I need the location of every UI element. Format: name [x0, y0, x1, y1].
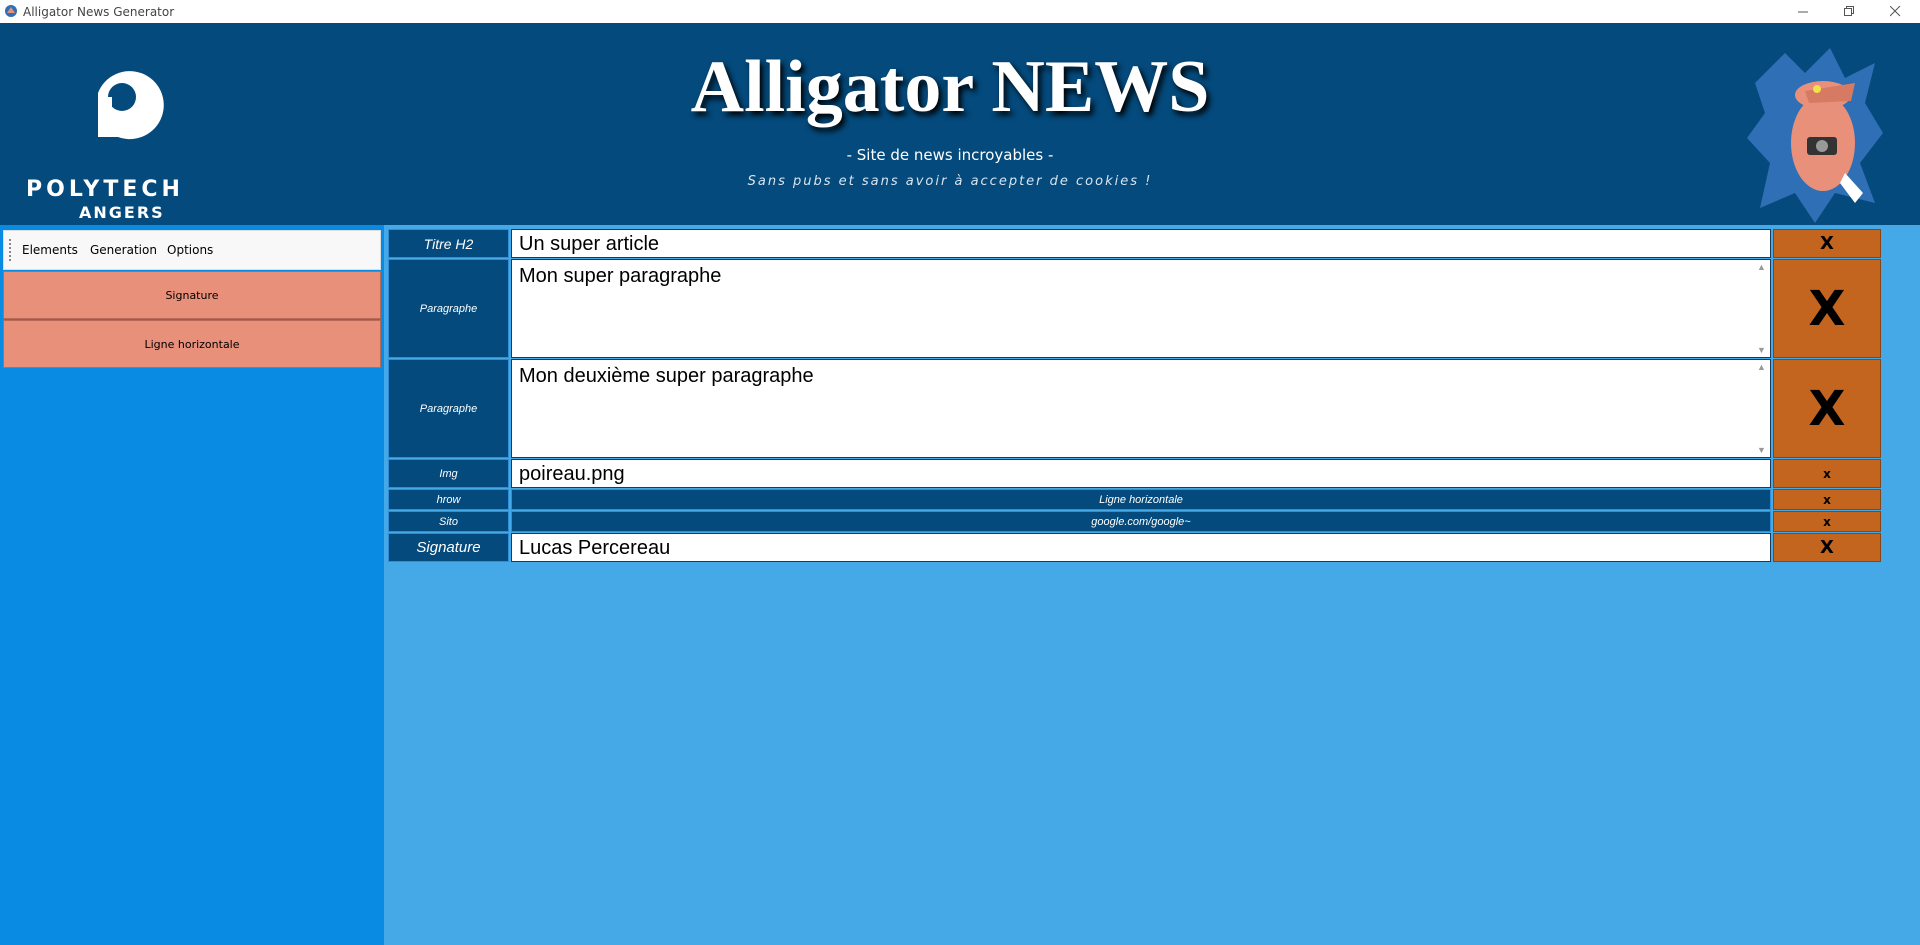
add-signature-button[interactable]: Signature — [3, 271, 381, 319]
textarea-scrollbar[interactable]: ▲ ▼ — [1753, 360, 1770, 457]
page-tagline: Sans pubs et sans avoir à accepter de co… — [747, 174, 1153, 189]
element-type-label: Titre H2 — [388, 229, 509, 258]
element-type-label: Paragraphe — [388, 359, 509, 458]
add-horizontal-line-button[interactable]: Ligne horizontale — [3, 320, 381, 368]
restore-icon[interactable] — [1826, 0, 1872, 23]
delete-button[interactable]: X — [1773, 533, 1881, 562]
paragraph-textarea[interactable]: Mon deuxième super paragraphe ▲ ▼ — [511, 359, 1771, 458]
element-type-label: Img — [388, 459, 509, 488]
menu-options[interactable]: Options — [167, 243, 213, 257]
menu-elements[interactable]: Elements — [22, 243, 78, 257]
horizontal-line-field: Ligne horizontale — [511, 489, 1771, 510]
header-banner: POLYTECH ANGERS Alligator NEWS - Site de… — [0, 23, 1920, 225]
menu-grip-icon[interactable] — [9, 239, 11, 261]
alligator-app-icon — [5, 5, 17, 17]
image-input[interactable]: poireau.png — [511, 459, 1771, 488]
delete-button[interactable]: x — [1773, 511, 1881, 532]
window-titlebar: Alligator News Generator — [0, 0, 1920, 23]
paragraph-text: Mon super paragraphe — [519, 265, 722, 287]
alligator-mascot-icon — [1747, 48, 1883, 223]
title-h2-input[interactable]: Un super article — [511, 229, 1771, 258]
page-subtitle: - Site de news incroyables - — [846, 146, 1054, 164]
window-title: Alligator News Generator — [23, 5, 175, 19]
element-type-label: hrow — [388, 489, 509, 510]
menu-generation[interactable]: Generation — [90, 243, 157, 257]
textarea-scrollbar[interactable]: ▲ ▼ — [1753, 260, 1770, 357]
menu-bar: Elements Generation Options — [3, 230, 381, 270]
signature-input[interactable]: Lucas Percereau — [511, 533, 1771, 562]
delete-button[interactable]: X — [1773, 229, 1881, 258]
left-panel: Elements Generation Options Signature Li… — [0, 225, 384, 945]
delete-button[interactable]: X — [1773, 259, 1881, 358]
element-type-label: Signature — [388, 533, 509, 562]
logo-line2: ANGERS — [79, 203, 165, 222]
close-icon[interactable] — [1872, 0, 1918, 23]
scroll-down-icon[interactable]: ▼ — [1757, 345, 1766, 355]
paragraph-text: Mon deuxième super paragraphe — [519, 365, 814, 387]
delete-button[interactable]: x — [1773, 459, 1881, 488]
scroll-down-icon[interactable]: ▼ — [1757, 445, 1766, 455]
paragraph-textarea[interactable]: Mon super paragraphe ▲ ▼ — [511, 259, 1771, 358]
element-type-label: Paragraphe — [388, 259, 509, 358]
page-title: Alligator NEWS — [690, 46, 1210, 128]
element-type-label: Sito — [388, 511, 509, 532]
scroll-up-icon[interactable]: ▲ — [1757, 262, 1766, 272]
site-link-field: google.com/google~ — [511, 511, 1771, 532]
scroll-up-icon[interactable]: ▲ — [1757, 362, 1766, 372]
delete-button[interactable]: x — [1773, 489, 1881, 510]
minimize-icon[interactable] — [1780, 0, 1826, 23]
delete-button[interactable]: X — [1773, 359, 1881, 458]
